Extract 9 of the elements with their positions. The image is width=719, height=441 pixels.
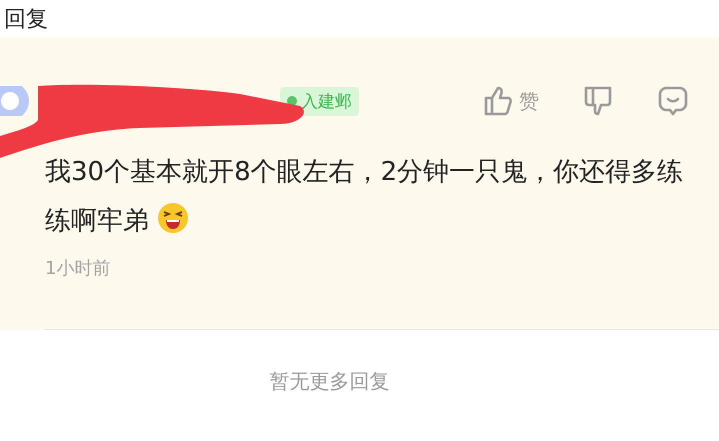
avatar[interactable] xyxy=(0,86,30,116)
section-title: 回复 xyxy=(4,6,48,34)
dislike-icon[interactable] xyxy=(583,85,613,117)
reply-icon[interactable] xyxy=(657,85,689,117)
like-button[interactable]: 赞 xyxy=(483,85,539,117)
no-more-replies-text: 暂无更多回复 xyxy=(270,368,390,395)
laughing-emoji-icon xyxy=(157,202,189,234)
comment-time: 1小时前 xyxy=(45,257,112,280)
comment-text: 我30个基本就开8个眼左右，2分钟一只鬼，你还得多练练啊牢弟 xyxy=(45,156,684,238)
